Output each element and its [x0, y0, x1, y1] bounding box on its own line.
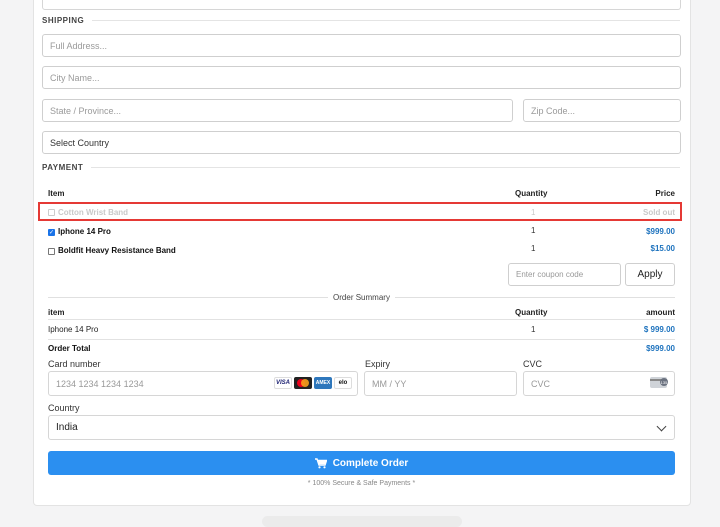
payment-divider: [91, 166, 680, 168]
country-select[interactable]: India: [48, 415, 675, 440]
cvc-card-icon: 135: [650, 377, 668, 388]
coupon-input[interactable]: Enter coupon code: [508, 263, 621, 286]
summary-col-quantity: Quantity: [515, 308, 548, 317]
elo-icon: elo: [334, 377, 352, 389]
cart-icon: [314, 457, 327, 468]
city-input[interactable]: City Name...: [42, 66, 681, 89]
item-checkbox[interactable]: [48, 248, 55, 255]
summary-item-name: Iphone 14 Pro: [48, 325, 99, 334]
summary-item-quantity: 1: [531, 325, 536, 334]
summary-header-divider: [48, 319, 675, 320]
item-quantity: 1: [531, 226, 536, 235]
country-label: Country: [48, 403, 80, 413]
complete-order-button[interactable]: Complete Order: [48, 451, 675, 475]
summary-col-item: item: [48, 308, 65, 317]
expiry-input[interactable]: MM / YY: [364, 371, 517, 396]
sold-out-highlight: [38, 202, 682, 221]
amex-icon: AMEX: [314, 377, 332, 389]
item-price: $15.00: [650, 244, 675, 253]
country-select-shipping[interactable]: Select Country: [42, 131, 681, 154]
shipping-divider: [92, 19, 680, 21]
summary-divider-left: [48, 296, 329, 298]
complete-order-label: Complete Order: [332, 457, 409, 469]
secure-payment-note: * 100% Secure & Safe Payments *: [307, 480, 416, 487]
shipping-heading-text: SHIPPING: [42, 15, 85, 25]
order-summary-title: Order Summary: [48, 291, 675, 303]
previous-input-field[interactable]: [42, 0, 681, 10]
col-quantity-header: Quantity: [515, 189, 548, 198]
mastercard-icon: [294, 377, 312, 389]
item-quantity: 1: [531, 244, 536, 253]
chevron-down-icon: [656, 421, 667, 432]
summary-divider-right: [394, 296, 675, 298]
item-name: Iphone 14 Pro: [58, 227, 111, 236]
card-brand-logos: VISA AMEX elo: [274, 377, 352, 389]
summary-col-amount: amount: [646, 308, 675, 317]
item-price: $999.00: [646, 227, 675, 236]
summary-row-divider: [48, 339, 675, 340]
cvc-label: CVC: [523, 359, 543, 369]
country-value: India: [56, 422, 78, 433]
col-item-header: Item: [48, 189, 65, 198]
order-summary-label: Order Summary: [333, 292, 390, 302]
col-price-header: Price: [655, 189, 675, 198]
expiry-label: Expiry: [365, 359, 391, 369]
zip-input[interactable]: Zip Code...: [523, 99, 681, 122]
card-number-label: Card number: [48, 359, 101, 369]
apply-coupon-button[interactable]: Apply: [625, 263, 675, 286]
order-total-label: Order Total: [48, 344, 91, 353]
payment-heading-text: PAYMENT: [42, 162, 84, 172]
shipping-heading: SHIPPING: [42, 14, 680, 26]
payment-heading: PAYMENT: [42, 161, 680, 173]
bottom-element: [262, 516, 462, 527]
state-input[interactable]: State / Province...: [42, 99, 513, 122]
item-name: Boldfit Heavy Resistance Band: [58, 246, 176, 255]
summary-item-amount: $ 999.00: [643, 325, 675, 334]
item-checkbox-checked[interactable]: ✓: [48, 229, 55, 236]
order-total-value: $999.00: [646, 344, 675, 353]
full-address-input[interactable]: Full Address...: [42, 34, 681, 57]
visa-icon: VISA: [274, 377, 292, 389]
